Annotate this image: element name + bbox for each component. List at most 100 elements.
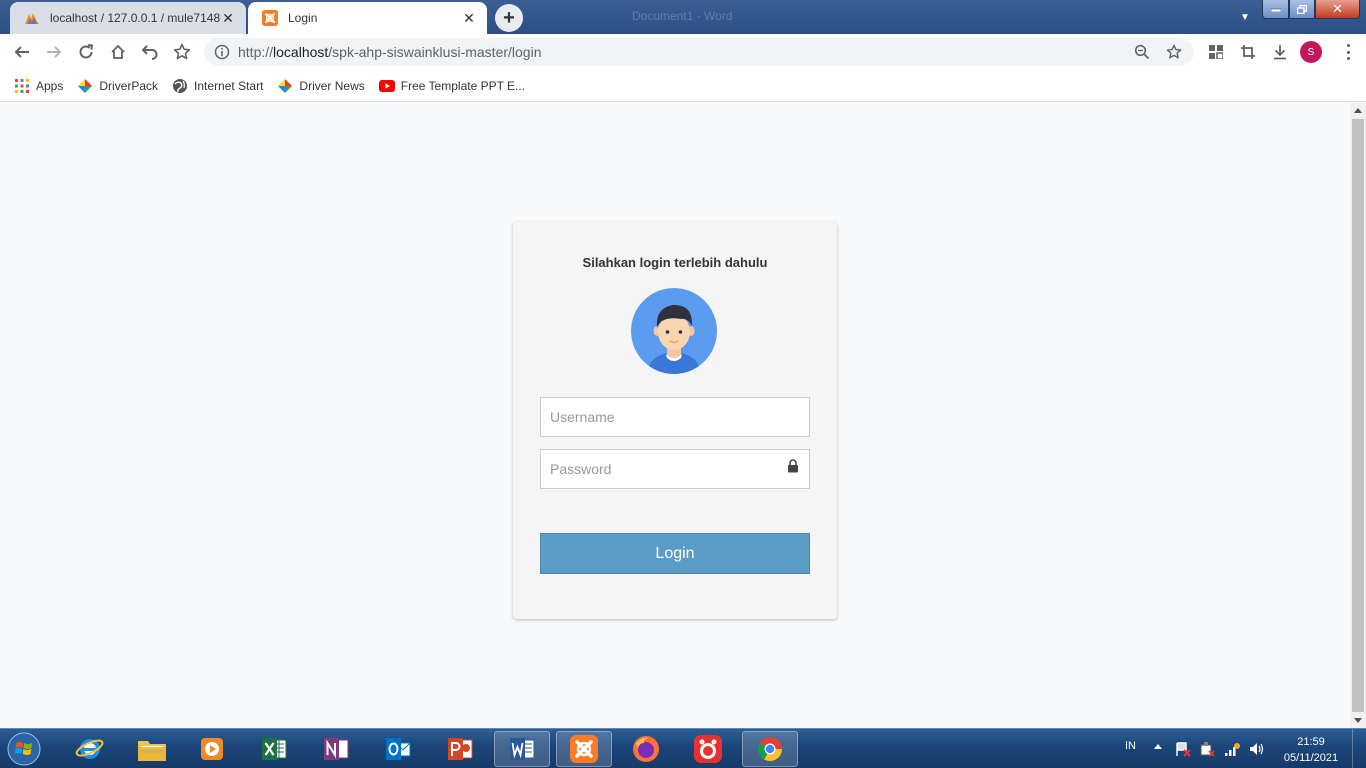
- url-text[interactable]: http://localhost/spk-ahp-siswainklusi-ma…: [238, 44, 1130, 60]
- url-host: localhost: [273, 44, 329, 60]
- taskbar-chrome[interactable]: [742, 731, 798, 767]
- taskbar-powerpoint[interactable]: [432, 731, 488, 767]
- windows-taskbar: IN 21:59 05/11/2021: [0, 728, 1366, 768]
- bookmark-internet-start[interactable]: Internet Start: [172, 78, 263, 94]
- restore-button[interactable]: [1289, 0, 1315, 19]
- bookmark-label: Driver News: [299, 78, 365, 93]
- home-icon: [111, 44, 125, 59]
- bookmark-apps[interactable]: Apps: [14, 78, 63, 94]
- minimize-button[interactable]: [1262, 0, 1289, 19]
- taskbar-outlook[interactable]: [370, 731, 426, 767]
- tab-phpmyadmin[interactable]: localhost / 127.0.0.1 / mule7148_ ✕: [10, 2, 246, 34]
- home-button[interactable]: [106, 40, 130, 64]
- folder-icon: [138, 741, 166, 761]
- restore-icon: [1297, 4, 1307, 14]
- forward-arrow-icon: [47, 46, 62, 58]
- lock-icon: [788, 459, 798, 473]
- bookmarks-bar: Apps DriverPack Internet Start Driver Ne…: [0, 70, 1366, 102]
- url-scheme: http://: [238, 44, 274, 60]
- media-player-icon: [201, 738, 223, 760]
- undo-close-button[interactable]: [138, 40, 162, 64]
- bookmark-free-template-ppt[interactable]: Free Template PPT E...: [378, 78, 526, 94]
- scroll-down-arrow-icon[interactable]: [1354, 718, 1362, 723]
- page-scrollbar[interactable]: [1350, 103, 1366, 728]
- device-usb-icon[interactable]: [1199, 741, 1215, 757]
- scroll-up-arrow-icon[interactable]: [1354, 108, 1362, 113]
- taskbar-excel[interactable]: [246, 731, 302, 767]
- login-heading: Silahkan login terlebih dahulu: [582, 255, 768, 270]
- powerpoint-icon: [448, 738, 473, 760]
- new-tab-button[interactable]: +: [495, 4, 523, 32]
- star-icon: [173, 43, 191, 60]
- red-app-icon: [694, 735, 722, 763]
- taskbar-media-player[interactable]: [184, 731, 240, 767]
- username-field[interactable]: [540, 397, 810, 437]
- bookmark-driverpack[interactable]: DriverPack: [77, 78, 158, 94]
- login-button[interactable]: Login: [540, 533, 810, 574]
- bookmark-star-button[interactable]: [170, 40, 194, 64]
- xampp-icon: [570, 735, 598, 763]
- excel-icon: [262, 738, 287, 760]
- taskbar-onenote[interactable]: [308, 731, 364, 767]
- taskbar-app-red[interactable]: [680, 731, 736, 767]
- taskbar-xampp[interactable]: [556, 731, 612, 767]
- system-clock[interactable]: 21:59 05/11/2021: [1278, 734, 1344, 766]
- reload-icon: [79, 44, 94, 59]
- password-field[interactable]: [540, 449, 810, 489]
- url-path: /spk-ahp-siswainklusi-master/login: [328, 44, 542, 60]
- crop-screenshot-button[interactable]: [1236, 40, 1260, 64]
- taskbar-file-explorer[interactable]: [124, 731, 180, 767]
- show-desktop-button[interactable]: [1352, 729, 1366, 768]
- plus-icon: +: [503, 6, 515, 29]
- undo-icon: [141, 45, 158, 60]
- apps-grid-icon: [14, 78, 30, 94]
- scrollbar-thumb[interactable]: [1352, 119, 1364, 712]
- globe-icon: [172, 78, 188, 94]
- firefox-icon: [633, 736, 659, 762]
- onenote-icon: [324, 738, 349, 760]
- start-button[interactable]: [4, 731, 44, 767]
- taskbar-word[interactable]: [494, 731, 550, 767]
- show-hidden-icons-chevron-icon[interactable]: [1154, 744, 1162, 749]
- minimize-icon: [1270, 8, 1281, 12]
- close-window-button[interactable]: ✕: [1315, 0, 1360, 19]
- driverpack-icon: [77, 78, 93, 94]
- site-info-icon[interactable]: [214, 44, 230, 60]
- address-bar[interactable]: http://localhost/spk-ahp-siswainklusi-ma…: [204, 38, 1194, 66]
- forward-button[interactable]: [42, 40, 66, 64]
- window-title: Document1 - Word: [632, 9, 733, 23]
- login-card: Silahkan login terlebih dahulu Login: [513, 222, 837, 619]
- language-indicator[interactable]: IN: [1125, 740, 1136, 752]
- extensions-button[interactable]: [1204, 40, 1228, 64]
- taskbar-internet-explorer[interactable]: [62, 731, 118, 767]
- downloads-button[interactable]: [1268, 40, 1292, 64]
- password-input[interactable]: [541, 450, 809, 488]
- close-icon: ✕: [1332, 1, 1343, 16]
- browser-menu-icon[interactable]: [1340, 44, 1356, 60]
- browser-toolbar: http://localhost/spk-ahp-siswainklusi-ma…: [0, 34, 1366, 70]
- chrome-icon: [757, 737, 782, 762]
- bookmark-label: DriverPack: [99, 78, 159, 93]
- username-input[interactable]: [541, 398, 809, 436]
- taskbar-firefox[interactable]: [618, 731, 674, 767]
- outlook-icon: [386, 738, 411, 760]
- user-avatar-icon: [631, 288, 717, 374]
- bookmark-page-star-icon[interactable]: [1162, 40, 1186, 64]
- back-button[interactable]: [10, 40, 34, 64]
- bookmark-label: Free Template PPT E...: [400, 78, 526, 93]
- clock-time: 21:59: [1297, 736, 1325, 748]
- bookmark-driver-news[interactable]: Driver News: [277, 78, 365, 94]
- tab-search-chevron-icon[interactable]: ▼: [1240, 12, 1250, 23]
- tab-title: localhost / 127.0.0.1 / mule7148_: [50, 11, 220, 25]
- close-tab-icon[interactable]: ✕: [220, 10, 236, 26]
- action-center-flag-icon[interactable]: [1175, 741, 1191, 757]
- driverpack-icon: [277, 78, 293, 94]
- network-wifi-icon[interactable]: [1224, 741, 1240, 757]
- volume-speaker-icon[interactable]: [1248, 741, 1264, 757]
- tab-login[interactable]: Login ✕: [248, 2, 487, 34]
- close-tab-icon[interactable]: ✕: [461, 10, 477, 26]
- reload-button[interactable]: [74, 40, 98, 64]
- zoom-icon[interactable]: [1130, 40, 1154, 64]
- profile-avatar[interactable]: S: [1300, 41, 1322, 63]
- extensions-grid-icon: [1209, 45, 1223, 59]
